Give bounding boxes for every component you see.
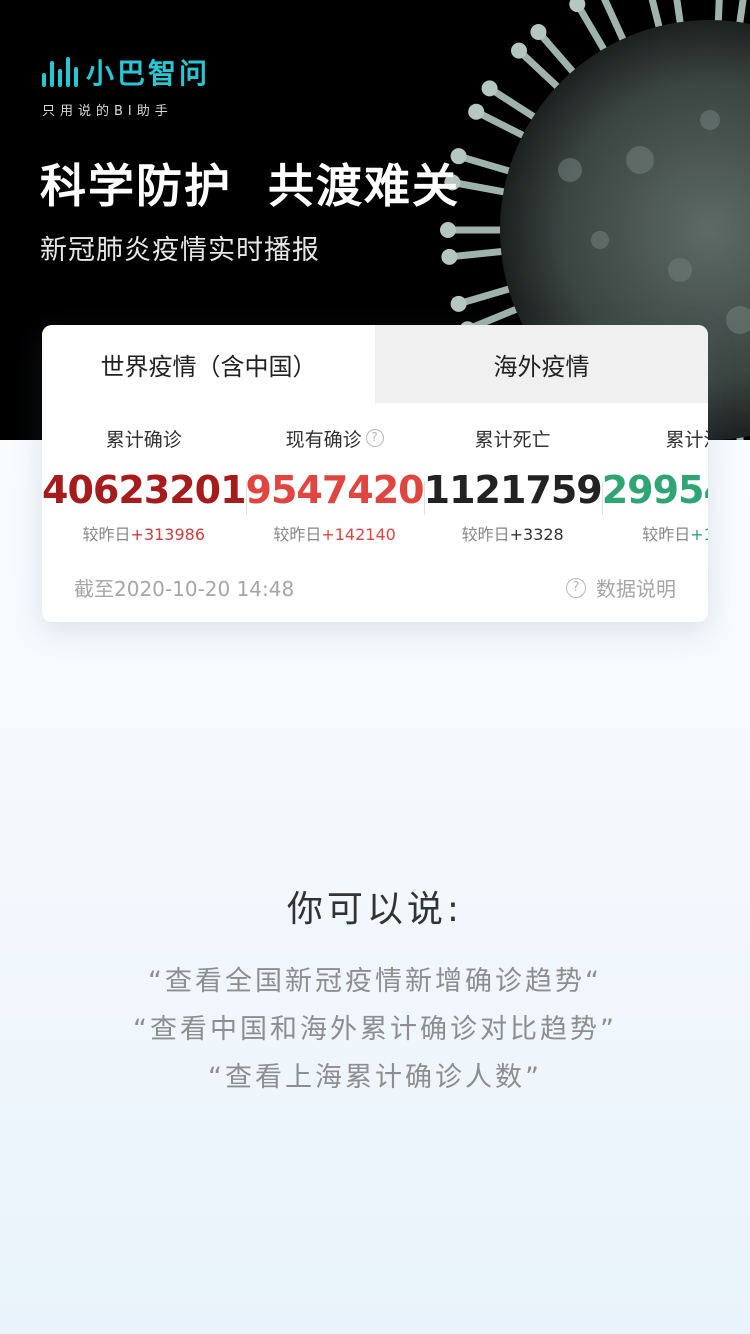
stat-diff: 较昨日+3328 — [461, 525, 564, 544]
stat-diff: 较昨日+142140 — [273, 525, 396, 544]
stat-value: 40623201 — [42, 468, 247, 512]
help-icon: ? — [566, 577, 586, 598]
stat-value: 9547420 — [245, 468, 425, 512]
tab-world[interactable]: 世界疫情（含中国） — [42, 325, 375, 403]
suggestions-list: “查看全国新冠疫情新增确诊趋势“ “查看中国和海外累计确诊对比趋势” “查看上海… — [0, 958, 750, 1102]
brand-slogan: 只用说的BI助手 — [42, 104, 173, 119]
stat-value: 29954022 — [601, 468, 708, 512]
stat-label: 现有确诊 — [285, 428, 362, 451]
stat-value: 1121759 — [423, 468, 603, 512]
brand-logo-icon — [42, 57, 78, 87]
suggestions-title: 你可以说: — [286, 889, 464, 930]
stat-label: 累计死亡 — [474, 428, 551, 451]
data-notes-label: 数据说明 — [596, 577, 676, 601]
brand-name: 小巴智问 — [86, 57, 211, 90]
scope-tabs: 世界疫情（含中国） 海外疫情 — [42, 325, 708, 403]
stat-total-deaths: 累计死亡 1121759 较昨日+3328 — [423, 425, 603, 545]
hero-subtitle: 新冠肺炎疫情实时播报 — [40, 235, 320, 266]
suggestion-item[interactable]: “查看全国新冠疫情新增确诊趋势“ — [0, 958, 750, 1006]
stat-diff: 较昨日+168518 — [642, 525, 708, 544]
stat-label: 累计治愈 — [665, 428, 708, 451]
suggestion-item[interactable]: “查看中国和海外累计确诊对比趋势” — [0, 1006, 750, 1054]
help-icon[interactable]: ? — [365, 429, 384, 447]
hero-title: 科学防护 共渡难关 — [40, 159, 461, 213]
stat-label: 累计确诊 — [105, 428, 182, 451]
stats-row: 累计确诊 40623201 较昨日+313986 现有确诊 ? 9547420 … — [42, 425, 708, 545]
card-footer: 截至2020-10-20 14:48 ? 数据说明 — [74, 573, 676, 602]
stat-current-confirmed: 现有确诊 ? 9547420 较昨日+142140 — [245, 425, 425, 545]
brand: 小巴智问 只用说的BI助手 — [42, 52, 210, 119]
suggestion-item[interactable]: “查看上海累计确诊人数” — [0, 1054, 750, 1102]
stat-diff: 较昨日+313986 — [82, 525, 206, 544]
stat-total-recovered: 累计治愈 29954022 较昨日+168518 — [601, 425, 708, 545]
tab-overseas[interactable]: 海外疫情 — [375, 325, 708, 403]
stats-card: 世界疫情（含中国） 海外疫情 累计确诊 40623201 较昨日+313986 … — [42, 325, 708, 622]
stat-total-confirmed: 累计确诊 40623201 较昨日+313986 — [42, 425, 247, 545]
data-notes-link[interactable]: ? 数据说明 — [566, 573, 676, 602]
update-timestamp: 截至2020-10-20 14:48 — [74, 577, 295, 601]
